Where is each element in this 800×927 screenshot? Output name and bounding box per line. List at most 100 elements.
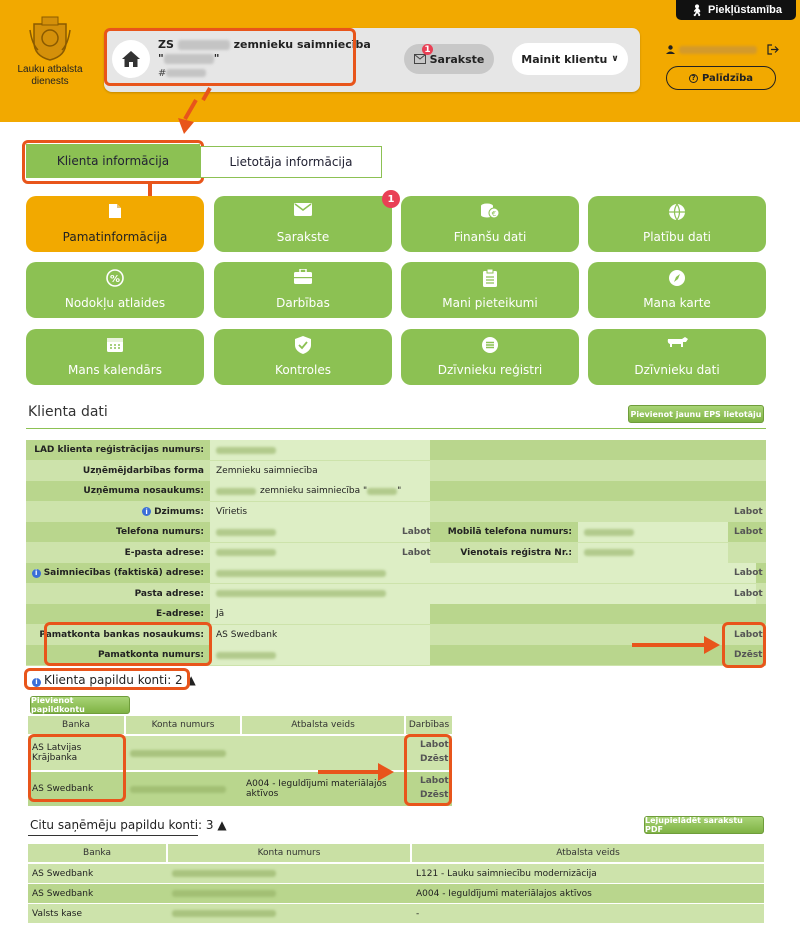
client-data-row: Uzņēmuma nosaukums: zemnieku saimniecība …: [26, 481, 766, 501]
arrow-to-extra-actions: [318, 770, 380, 774]
header-support-type: Atbalsta veids: [242, 716, 404, 734]
edit-link[interactable]: Labot: [402, 548, 431, 558]
client-data-row: E-pasta adrese: Labot Vienotais reģistra N…: [26, 542, 766, 563]
tile-dzivnieku-registri[interactable]: Dzīvnieku reģistri: [401, 329, 579, 385]
extra-accounts-title[interactable]: i Klienta papildu konti: 2 ▲: [32, 673, 196, 687]
client-data-label: Uzņēmuma nosaukums:: [83, 486, 204, 496]
accessibility-button[interactable]: 🚶︎ Piekļūstamība: [676, 0, 796, 20]
briefcase-icon: [294, 269, 312, 284]
client-data-label-2: Mobilā telefona numurs:: [447, 527, 572, 537]
coins-icon: €: [481, 203, 500, 219]
header-bank: Banka: [28, 716, 124, 734]
tile-nodoklu-atlaides[interactable]: % Nodokļu atlaides: [26, 262, 204, 318]
client-data-label: Pamatkonta bankas nosaukums:: [39, 629, 204, 640]
client-data-label-2: Vienotais reģistra Nr.:: [460, 547, 572, 558]
client-data-label: Pasta adrese:: [134, 588, 204, 599]
cow-icon: [667, 337, 688, 347]
edit-link[interactable]: Labot: [734, 630, 763, 640]
client-name: ZS zemnieku saimniecība: [158, 38, 371, 51]
client-data-value: [210, 440, 430, 460]
client-data-row: i Dzimums: Vīrietis Labot: [26, 501, 766, 522]
globe-icon: [669, 203, 685, 221]
help-button[interactable]: ? Palīdzība: [666, 66, 776, 90]
info-icon: i: [31, 568, 41, 578]
other-header-support-type: Atbalsta veids: [412, 844, 764, 862]
redacted-value: [216, 569, 386, 577]
header-actions: Darbības: [406, 716, 452, 734]
edit-link[interactable]: Labot: [734, 507, 763, 517]
tile-mans-kalendars[interactable]: Mans kalendārs: [26, 329, 204, 385]
tile-platibu-dati[interactable]: Platību dati: [588, 196, 766, 252]
home-button[interactable]: [112, 40, 150, 78]
other-header-bank: Banka: [28, 844, 166, 862]
other-accounts-title[interactable]: Citu saņēmēju papildu konti: 3 ▲: [30, 818, 227, 832]
extra-row-2-edit[interactable]: Labot: [420, 776, 449, 786]
header-account-number: Konta numurs: [126, 716, 240, 734]
add-eps-user-button[interactable]: Pievienot jaunu EPS lietotāju: [628, 405, 764, 423]
top-header: Lauku atbalsta dienests 🚶︎ Piekļūstamība…: [0, 0, 800, 122]
redacted-id: [166, 69, 207, 77]
user-line[interactable]: [666, 44, 779, 55]
sarakste-badge: 1: [422, 44, 433, 55]
extra-row-1-delete[interactable]: Dzēst: [420, 754, 448, 764]
other-row-2-bank: AS Swedbank: [32, 888, 94, 899]
client-data-value-2: [578, 522, 728, 542]
edit-link[interactable]: Labot: [734, 527, 763, 537]
tab-client-info[interactable]: Klienta informācija: [26, 144, 200, 178]
other-row-1-support: L121 - Lauku saimniecību modernizācija: [416, 868, 597, 879]
client-data-row: Pamatkonta numurs: Dzēst: [26, 645, 766, 665]
document-icon: [109, 204, 121, 218]
percent-icon: %: [106, 269, 124, 287]
client-data-row: E-adrese: Jā: [26, 604, 766, 624]
delete-link[interactable]: Dzēst: [734, 650, 762, 660]
logout-icon[interactable]: [767, 44, 779, 55]
other-row-2-account: [168, 884, 410, 903]
client-data-row: LAD klienta reģistrācijas numurs:: [26, 440, 766, 460]
tile-finansu-dati[interactable]: € Finanšu dati: [401, 196, 579, 252]
redacted-name: [177, 40, 230, 50]
client-data-row: i Saimniecības (faktiskā) adrese: Labot: [26, 563, 766, 583]
info-icon: i: [32, 677, 41, 687]
tile-sarakste[interactable]: Sarakste 1: [214, 190, 400, 252]
logo-text: Lauku atbalsta dienests: [17, 64, 83, 87]
tab-user-info[interactable]: Lietotāja informācija: [200, 146, 382, 178]
client-data-value: [210, 583, 756, 604]
client-data-row: Uzņēmējdarbības forma Zemnieku saimniecīb…: [26, 460, 766, 481]
tile-mana-karte[interactable]: Mana karte: [588, 262, 766, 318]
edit-link[interactable]: Labot: [734, 568, 763, 578]
svg-text:€: €: [492, 210, 496, 218]
arrow-head-right-2-icon: [378, 763, 394, 781]
redacted-value: [216, 528, 276, 536]
home-icon: [122, 51, 140, 67]
tile-pamatinformacija[interactable]: Pamatinformācija: [26, 196, 204, 252]
client-data-value: zemnieku saimniecība " ": [210, 481, 430, 501]
user-icon: [666, 45, 675, 54]
sarakste-button[interactable]: Sarakste 1: [404, 44, 494, 74]
tile-darbibas[interactable]: Darbības: [214, 262, 392, 318]
edit-link[interactable]: Labot: [402, 527, 431, 537]
extra-row-1-edit[interactable]: Labot: [420, 740, 449, 750]
change-client-button[interactable]: Mainit klientu ∨: [512, 43, 628, 75]
extra-row-2-delete[interactable]: Dzēst: [420, 790, 448, 800]
add-extra-account-button[interactable]: Pievienot papildkontu: [30, 696, 130, 714]
info-icon: i: [142, 507, 152, 516]
tile-dzivnieku-dati[interactable]: Dzīvnieku dati: [588, 329, 766, 385]
section-title-client-data: Klienta dati: [28, 404, 108, 420]
lad-logo[interactable]: Lauku atbalsta dienests: [8, 14, 92, 88]
tile-mani-pieteikumi[interactable]: Mani pieteikumi: [401, 262, 579, 318]
other-row-3-bank: Valsts kase: [32, 908, 83, 919]
envelope-icon: [294, 203, 312, 216]
extra-row-1-bank: AS Latvijas Krājbanka: [32, 743, 82, 763]
client-data-label: Pamatkonta numurs:: [97, 650, 204, 660]
redacted-value: [216, 590, 386, 597]
calendar-icon: [107, 338, 123, 352]
edit-link[interactable]: Labot: [734, 589, 763, 599]
client-id: #: [158, 68, 207, 79]
other-row-1-account: [168, 864, 410, 883]
other-accounts-underline: [28, 835, 198, 836]
tile-kontroles[interactable]: Kontroles: [214, 329, 392, 385]
client-data-value: [210, 563, 756, 583]
help-icon: ?: [689, 73, 698, 83]
download-pdf-button[interactable]: Lejupielādēt sarakstu PDF: [644, 816, 764, 834]
client-data-label: i Dzimums:: [26, 502, 208, 522]
